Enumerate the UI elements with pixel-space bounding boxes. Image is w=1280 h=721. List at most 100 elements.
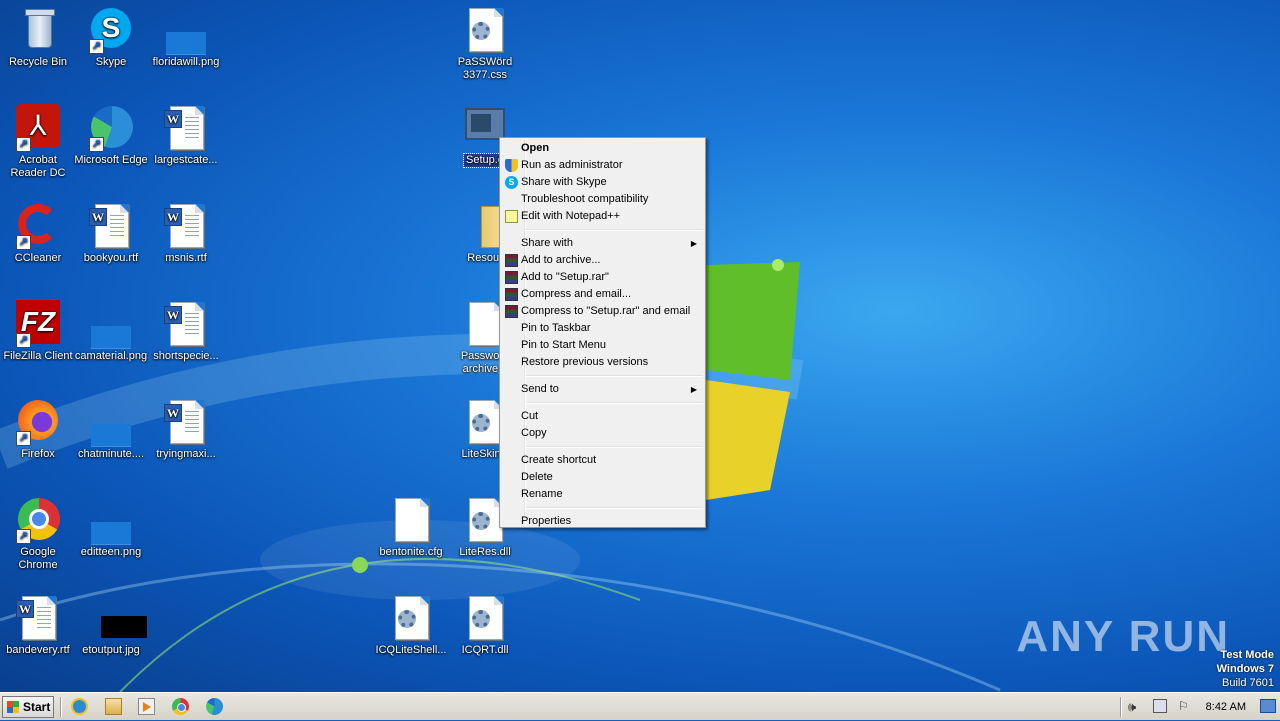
clock[interactable]: 8:42 AM [1206,693,1246,721]
icon-label: editteen.png [80,546,142,558]
media-player-icon[interactable] [138,698,155,715]
firefox-shortcut[interactable]: ↗ Firefox [0,398,76,461]
menu-item-troubleshoot[interactable]: Troubleshoot compatibility [500,191,705,208]
acrobat-icon: ⅄ ↗ [14,104,62,152]
google-chrome-shortcut[interactable]: ↗ Google Chrome [0,496,76,572]
menu-item-create-shortcut[interactable]: Create shortcut [500,452,705,469]
image-file-icon [87,594,147,642]
menu-separator [526,446,703,448]
icon-label: PaSSWörd 3377.css [457,56,513,81]
filezilla-icon: FZ ↗ [14,300,62,348]
bentonite-cfg-file[interactable]: bentonite.cfg [373,496,449,559]
anyrun-watermark: ANY RUN [1016,612,1230,661]
icon-label: FileZilla Client [3,350,73,362]
icon-label: shortspecie... [153,350,219,362]
submenu-arrow-icon: ▶ [690,385,697,394]
menu-item-run-as-admin[interactable]: Run as administrator [500,157,705,174]
skype-icon: S ↗ [87,6,135,54]
ccleaner-shortcut[interactable]: ↗ CCleaner [0,202,76,265]
ccleaner-icon: ↗ [14,202,62,250]
winrar-icon [505,288,518,301]
icon-label: etoutput.jpg [82,644,140,656]
start-button[interactable]: Start [2,696,54,718]
icon-label: tryingmaxi... [156,448,216,460]
icqrt-dll-file[interactable]: ICQRT.dll [447,594,523,657]
password-css-file[interactable]: PaSSWörd 3377.css [447,6,523,82]
wordpad-document-icon: W [14,594,62,642]
tray-divider [1120,697,1122,717]
wordpad-document-icon: W [162,202,210,250]
menu-item-restore-versions[interactable]: Restore previous versions [500,354,705,371]
file-explorer-icon[interactable] [105,698,122,715]
icqliteshell-file[interactable]: ICQLiteShell... [373,594,449,657]
icon-label: msnis.rtf [165,252,207,264]
network-icon[interactable] [1153,699,1167,713]
recycle-bin-shortcut[interactable]: Recycle Bin [0,6,76,69]
winrar-icon [505,254,518,267]
menu-item-edit-notepadpp[interactable]: Edit with Notepad++ [500,208,705,225]
editteen-png-file[interactable]: editteen.png [73,496,149,559]
menu-item-share-with[interactable]: Share with ▶ [500,235,705,252]
etoutput-jpg-file[interactable]: etoutput.jpg [73,594,149,657]
chrome-icon: ↗ [14,496,62,544]
desktop[interactable]: Recycle Bin ⅄ ↗ Acrobat Reader DC ↗ CCle… [0,0,1280,692]
menu-item-properties[interactable]: Properties [500,513,705,530]
camaterial-png-file[interactable]: camaterial.png [73,300,149,363]
menu-item-compress-email[interactable]: Compress and email... [500,286,705,303]
icon-label: ICQRT.dll [461,644,509,656]
chatminute-file[interactable]: chatminute.... [73,398,149,461]
wordpad-document-icon: W [87,202,135,250]
recycle-bin-icon [14,6,62,54]
menu-item-compress-setup-email[interactable]: Compress to "Setup.rar" and email [500,303,705,320]
menu-item-pin-start[interactable]: Pin to Start Menu [500,337,705,354]
menu-separator [526,375,703,377]
icon-label: floridawill.png [152,56,220,68]
chrome-icon[interactable] [172,698,189,715]
show-desktop-icon[interactable] [1260,699,1276,713]
filezilla-shortcut[interactable]: FZ ↗ FileZilla Client [0,300,76,363]
build-label: Build 7601 [1222,677,1274,689]
taskbar-divider [60,697,62,717]
bandevery-rtf-file[interactable]: W bandevery.rtf [0,594,76,657]
bookyou-rtf-file[interactable]: W bookyou.rtf [73,202,149,265]
icon-label: Skype [95,56,127,68]
edge-icon[interactable] [206,698,223,715]
acrobat-reader-shortcut[interactable]: ⅄ ↗ Acrobat Reader DC [0,104,76,180]
msnis-rtf-file[interactable]: W msnis.rtf [148,202,224,265]
volume-icon[interactable]: 🕪 [1128,699,1144,715]
menu-item-send-to[interactable]: Send to ▶ [500,381,705,398]
menu-item-delete[interactable]: Delete [500,469,705,486]
floridawill-png-file[interactable]: floridawill.png [148,6,224,69]
icon-label: largestcate... [154,154,218,166]
menu-item-share-skype[interactable]: S Share with Skype [500,174,705,191]
menu-item-add-to-archive[interactable]: Add to archive... [500,252,705,269]
internet-explorer-icon[interactable] [71,698,88,715]
menu-item-cut[interactable]: Cut [500,408,705,425]
shortspecie-file[interactable]: W shortspecie... [148,300,224,363]
icon-label: chatminute.... [77,448,145,460]
menu-item-rename[interactable]: Rename [500,486,705,503]
edge-icon: ↗ [87,104,135,152]
wordpad-document-icon: W [162,398,210,446]
menu-separator [526,229,703,231]
menu-item-pin-taskbar[interactable]: Pin to Taskbar [500,320,705,337]
icon-label: bentonite.cfg [379,546,443,558]
menu-separator [526,402,703,404]
action-center-flag-icon[interactable]: ⚐ [1178,699,1192,713]
windows-logo-green [706,262,800,380]
notepad-plus-plus-icon [505,210,518,223]
settings-file-icon [461,6,509,54]
image-file-icon [87,398,135,447]
menu-item-copy[interactable]: Copy [500,425,705,442]
menu-item-add-to-setup-rar[interactable]: Add to "Setup.rar" [500,269,705,286]
system-info: Test Mode Windows 7 Build 7601 [1217,648,1274,690]
windows-logo-yellow [706,380,790,500]
menu-item-open[interactable]: Open [500,140,705,157]
wordpad-document-icon: W [162,104,210,152]
microsoft-edge-shortcut[interactable]: ↗ Microsoft Edge [73,104,149,167]
blank-file-icon [387,496,435,544]
icon-label: ICQLiteShell... [375,644,447,656]
tryingmaxi-file[interactable]: W tryingmaxi... [148,398,224,461]
largestcate-file[interactable]: W largestcate... [148,104,224,167]
skype-shortcut[interactable]: S ↗ Skype [73,6,149,69]
